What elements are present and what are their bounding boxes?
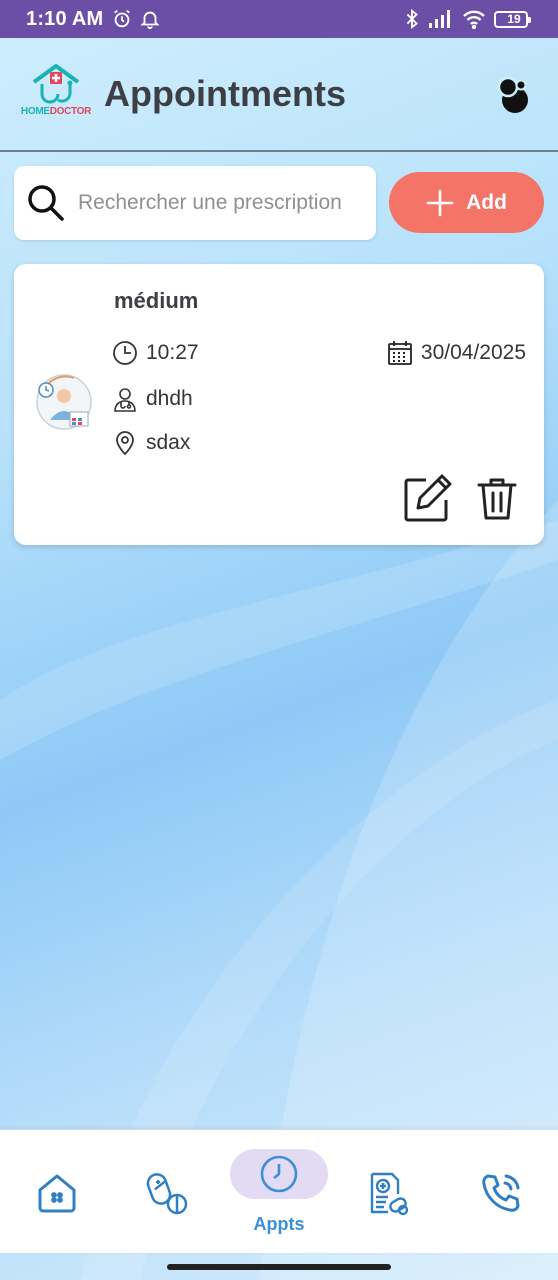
alarm-icon [114,9,131,28]
profile-switch-button[interactable] [492,74,532,114]
doctor-icon [114,388,136,412]
appointment-title: médium [114,288,199,313]
clock-icon [113,341,137,365]
logo-text: HOMEDOCTOR [21,106,91,117]
plus-icon [426,189,454,216]
status-bar: 1:10 AM 19 [0,0,558,38]
status-time: 1:10 AM [26,7,104,30]
nav-appointments[interactable] [230,1149,328,1199]
appointment-time: 10:27 [146,341,199,364]
logo-text-home: HOME [20,106,50,117]
search-box[interactable] [14,166,376,240]
search-input[interactable] [78,191,358,215]
appointment-card[interactable]: médium 10:27 30/04/2025 dhdh sdax [14,264,544,545]
wifi-icon [463,10,485,29]
clock-icon [260,1155,298,1193]
appointment-date: 30/04/2025 [420,341,526,364]
appointment-time-row: 10:27 [112,340,199,366]
nav-calls[interactable] [480,1172,522,1214]
signal-icon [429,10,450,28]
page-title: Appointments [104,73,346,114]
home-doctor-logo-icon [32,64,80,104]
battery-icon: 19 [494,10,531,28]
profile-switch-icon [497,76,528,113]
app-header: HOMEDOCTOR Appointments [0,38,558,152]
pills-icon [146,1173,188,1215]
nav-appointments-label[interactable]: Appts [230,1214,328,1235]
delete-appointment-button[interactable] [476,476,518,522]
battery-level: 19 [507,12,521,26]
medical-report-icon [370,1172,409,1216]
location-pin-icon [116,431,134,456]
appointment-location: sdax [146,431,191,454]
phone-call-icon [482,1174,520,1212]
nav-home[interactable] [36,1172,78,1214]
home-icon [38,1174,76,1213]
appointment-date-row: 30/04/2025 [387,340,526,366]
search-icon [28,185,64,221]
bell-icon [140,11,160,30]
edit-icon [404,474,452,522]
edit-appointment-button[interactable] [402,472,454,524]
nav-medications[interactable] [146,1172,190,1216]
add-appointment-button[interactable]: Add [389,172,544,233]
appointment-doctor-row: dhdh [112,386,193,412]
logo-text-doctor: DOCTOR [49,106,92,117]
home-indicator[interactable] [167,1264,391,1270]
trash-icon [477,478,517,520]
bottom-navigation: Appts [0,1129,558,1253]
calendar-icon [387,341,412,365]
app-logo: HOMEDOCTOR [21,62,91,126]
nav-reports[interactable] [368,1172,410,1216]
appointment-doctor: dhdh [146,387,193,410]
appointment-location-row: sdax [112,430,190,456]
add-button-label: Add [466,190,507,214]
appointment-avatar-icon [36,374,92,430]
bluetooth-icon [406,8,418,30]
